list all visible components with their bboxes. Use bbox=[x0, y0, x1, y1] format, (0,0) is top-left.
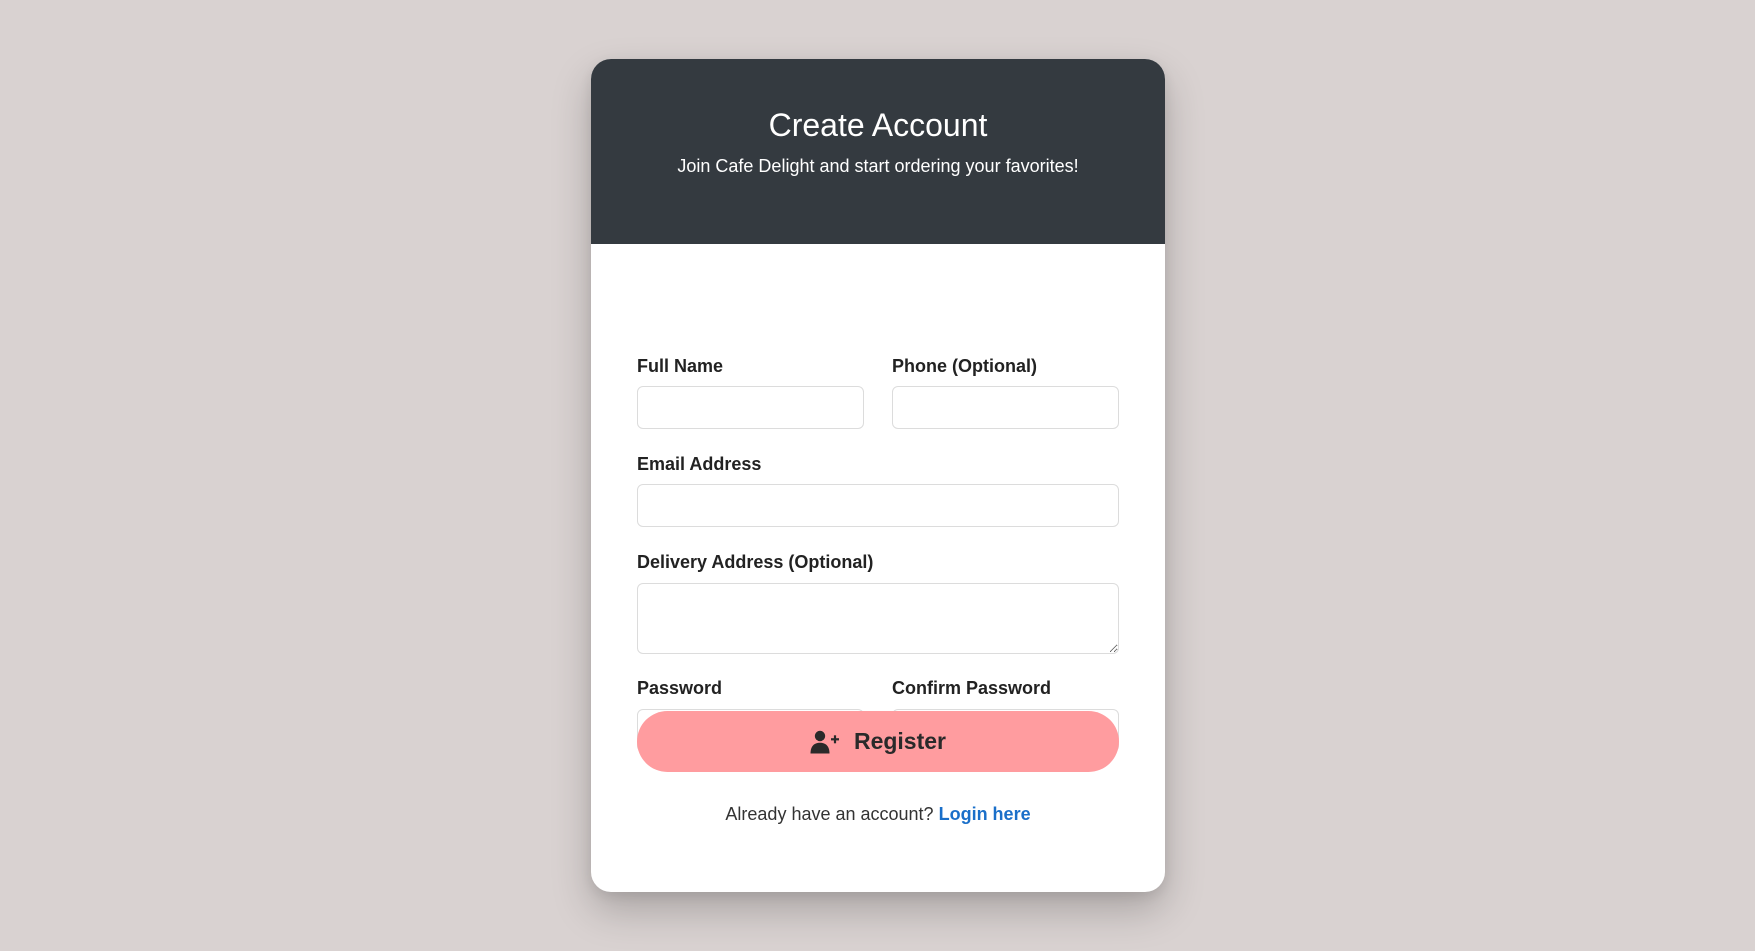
card-header: Create Account Join Cafe Delight and sta… bbox=[591, 59, 1165, 244]
user-plus-icon bbox=[810, 730, 840, 754]
delivery-address-label: Delivery Address (Optional) bbox=[637, 552, 874, 572]
page-subtitle: Join Cafe Delight and start ordering you… bbox=[677, 156, 1079, 176]
page-title: Create Account bbox=[768, 107, 988, 143]
registration-card: Create Account Join Cafe Delight and sta… bbox=[591, 59, 1165, 892]
full-name-input[interactable] bbox=[637, 386, 864, 429]
confirm-password-label: Confirm Password bbox=[892, 678, 1052, 698]
login-prompt-text: Already have an account? bbox=[725, 804, 934, 824]
phone-label: Phone (Optional) bbox=[892, 356, 1037, 376]
phone-input[interactable] bbox=[892, 386, 1119, 429]
email-input[interactable] bbox=[637, 484, 1119, 527]
register-button-label: Register bbox=[853, 728, 947, 754]
login-prompt: Already have an account? Login here bbox=[591, 802, 1165, 826]
full-name-label: Full Name bbox=[637, 356, 724, 376]
email-label: Email Address bbox=[637, 454, 762, 474]
delivery-address-textarea[interactable] bbox=[637, 583, 1119, 654]
login-link[interactable]: Login here bbox=[939, 804, 1031, 824]
password-label: Password bbox=[637, 678, 723, 698]
register-button[interactable]: Register bbox=[637, 711, 1119, 772]
